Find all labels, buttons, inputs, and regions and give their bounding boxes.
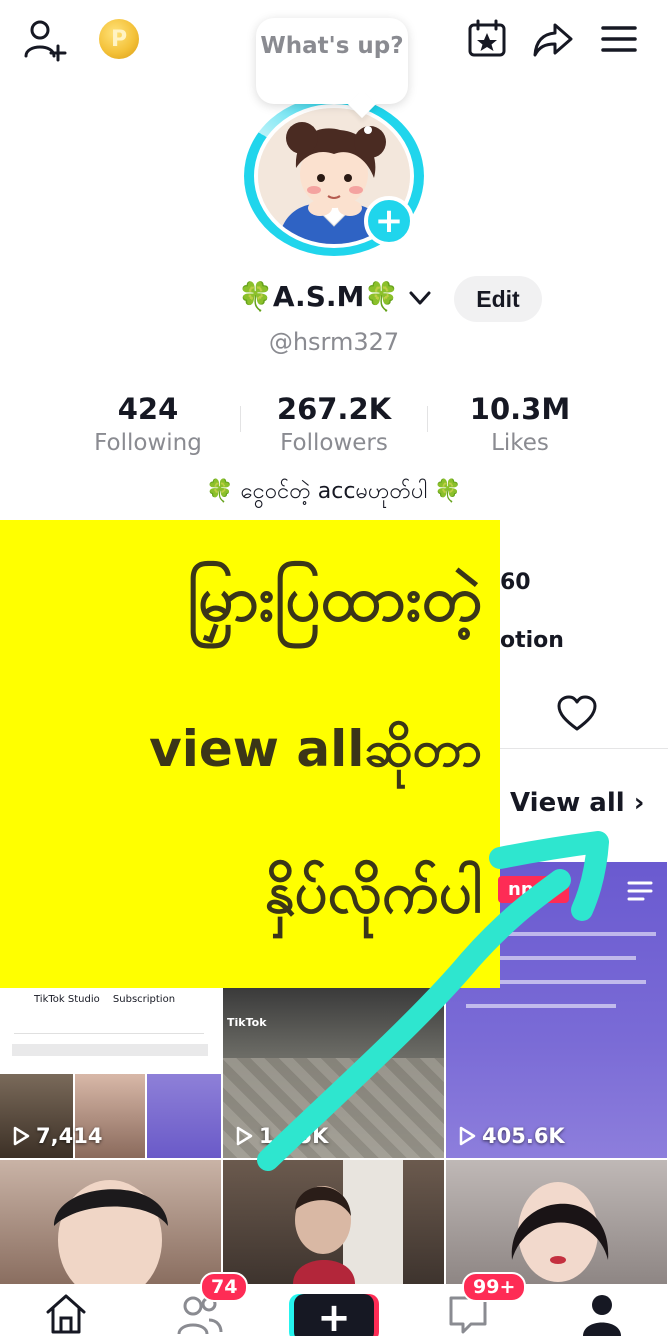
play-icon <box>459 1126 476 1146</box>
stat-following[interactable]: 424 Following <box>82 392 214 456</box>
profile-stats: 424 Following 267.2K Followers 10.3M Lik… <box>0 392 668 462</box>
bottom-nav: 74 + 99+ <box>0 1272 668 1336</box>
nav-friends[interactable]: 74 <box>170 1272 249 1336</box>
plus-icon: + <box>317 1295 351 1336</box>
view-all-label: View all <box>510 788 625 818</box>
person-thumbnail-image <box>511 1182 609 1282</box>
video-thumbnail[interactable]: TikTok Studio Subscription 7,414 <box>0 988 221 1158</box>
play-icon <box>236 1126 253 1146</box>
coin-icon[interactable]: P <box>94 14 144 64</box>
thumb-subscription-label: Subscription <box>112 994 176 1005</box>
add-story-button[interactable]: + <box>364 196 414 246</box>
add-friend-icon[interactable] <box>20 14 70 64</box>
nav-home[interactable] <box>36 1290 96 1336</box>
overlay-line-1: မြှားပြထားတဲ့ <box>187 562 482 635</box>
view-count-value: 1...5K <box>259 1124 329 1148</box>
bio-partial-word: otion <box>500 628 564 653</box>
video-thumbnail[interactable]: TikTok 1...5K <box>223 988 444 1158</box>
view-count-value: 405.6K <box>482 1124 565 1148</box>
chevron-down-icon[interactable] <box>406 284 434 316</box>
person-thumbnail-image <box>293 1160 403 1284</box>
stat-value: 10.3M <box>469 392 571 426</box>
stat-likes[interactable]: 10.3M Likes <box>456 392 584 456</box>
overlay-line-3: နှိပ်လိုက်ပါ <box>264 858 482 926</box>
person-thumbnail-image <box>54 1180 168 1284</box>
bio-partial-number: 60 <box>500 570 531 595</box>
username-handle: @hsrm327 <box>268 328 400 356</box>
menu-lines-icon <box>627 881 653 901</box>
view-count: 405.6K <box>458 1124 565 1148</box>
nav-inbox[interactable]: 99+ <box>438 1272 527 1336</box>
nav-profile[interactable] <box>572 1290 632 1336</box>
stat-followers[interactable]: 267.2K Followers <box>266 392 402 456</box>
profile-name-row: 🍀A.S.M🍀 Edit <box>0 276 668 322</box>
video-thumbnail[interactable] <box>446 1160 667 1284</box>
thumb-tiktok-label: TikTok <box>227 1016 267 1029</box>
video-thumbnail[interactable] <box>223 1160 444 1284</box>
view-count: 7,414 <box>12 1124 102 1148</box>
share-icon[interactable] <box>528 14 578 64</box>
inbox-badge: 99+ <box>462 1272 527 1302</box>
chevron-right-icon: › <box>633 788 645 818</box>
calendar-star-icon[interactable] <box>462 14 512 64</box>
stat-label: Following <box>94 430 202 456</box>
menu-icon[interactable] <box>594 14 644 64</box>
instruction-overlay: မြှားပြထားတဲ့ view allဆိုတာ နှိပ်လိုက်ပါ <box>0 520 500 988</box>
view-count-value: 7,414 <box>36 1124 103 1148</box>
stat-divider <box>427 406 428 432</box>
stat-label: Followers <box>280 430 388 456</box>
pinned-badge: nned <box>498 876 569 903</box>
stat-divider <box>240 406 241 432</box>
profile-icon <box>583 1295 621 1336</box>
stat-value: 267.2K <box>276 392 392 426</box>
view-all-link[interactable]: View all › <box>510 788 644 818</box>
status-bubble[interactable]: What's up? <box>256 18 408 104</box>
edit-profile-button[interactable]: Edit <box>454 276 542 322</box>
overlay-line-2: view allဆိုတာ <box>149 720 482 778</box>
video-thumbnail[interactable] <box>0 1160 221 1284</box>
play-icon <box>13 1126 30 1146</box>
display-name: 🍀A.S.M🍀 <box>238 280 400 313</box>
thumb-studio-label: TikTok Studio <box>34 994 100 1005</box>
friends-badge: 74 <box>200 1272 249 1302</box>
stat-label: Likes <box>491 430 549 456</box>
stat-value: 424 <box>117 392 179 426</box>
liked-tab-heart-icon[interactable] <box>556 694 598 736</box>
home-icon <box>46 1294 86 1334</box>
create-button[interactable]: + <box>294 1294 374 1336</box>
view-count: 1...5K <box>235 1124 328 1148</box>
bio-line: 🍀 ငွေဝင်တဲ့ accမဟုတ်ပါ 🍀 <box>206 479 462 504</box>
